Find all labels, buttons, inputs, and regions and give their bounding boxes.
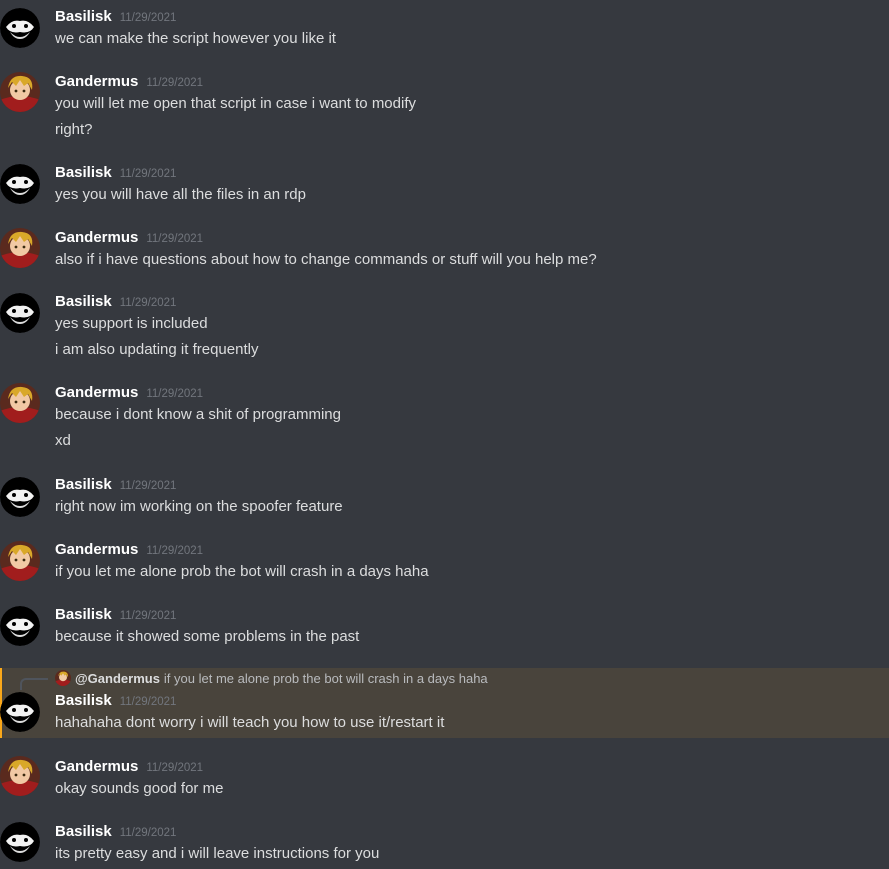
chat-message-list: Basilisk 11/29/2021 we can make the scrip… (0, 0, 889, 869)
message-text: i am also updating it frequently (55, 341, 259, 358)
message-text: xd (55, 432, 71, 449)
username[interactable]: Gandermus (55, 73, 138, 90)
message-group: Basilisk 11/29/2021 yes you will have all… (0, 152, 889, 222)
masked-face-avatar-icon[interactable] (0, 164, 40, 204)
username[interactable]: Gandermus (55, 384, 138, 401)
username[interactable]: Basilisk (55, 164, 112, 181)
timestamp: 11/29/2021 (146, 233, 204, 245)
username[interactable]: Gandermus (55, 758, 138, 775)
reply-spine (20, 678, 48, 690)
timestamp: 11/29/2021 (146, 762, 204, 774)
anime-character-avatar-icon[interactable] (0, 72, 40, 112)
timestamp: 11/29/2021 (146, 388, 204, 400)
username[interactable]: Basilisk (55, 8, 112, 25)
anime-character-avatar-icon[interactable] (0, 541, 40, 581)
message-text: because i dont know a shit of programmin… (55, 406, 341, 423)
anime-character-avatar-icon (55, 670, 71, 686)
anime-character-avatar-icon[interactable] (0, 756, 40, 796)
username[interactable]: Basilisk (55, 692, 112, 709)
message-group: Basilisk 11/29/2021 because it showed som… (0, 603, 889, 668)
message-text: hahahaha dont worry i will teach you how… (55, 714, 445, 731)
username[interactable]: Basilisk (55, 293, 112, 310)
timestamp: 11/29/2021 (119, 12, 177, 24)
anime-character-avatar-icon[interactable] (0, 383, 40, 423)
masked-face-avatar-icon[interactable] (0, 293, 40, 333)
message-group: Gandermus 11/29/2021 because i dont know … (0, 378, 889, 472)
reply-excerpt[interactable]: if you let me alone prob the bot will cr… (164, 671, 488, 686)
masked-face-avatar-icon[interactable] (0, 692, 40, 732)
timestamp: 11/29/2021 (119, 827, 177, 839)
masked-face-avatar-icon[interactable] (0, 606, 40, 646)
username[interactable]: Basilisk (55, 823, 112, 840)
username[interactable]: Basilisk (55, 606, 112, 623)
masked-face-avatar-icon[interactable] (0, 8, 40, 48)
message-text: if you let me alone prob the bot will cr… (55, 563, 429, 580)
reply-reference[interactable]: @Gandermus if you let me alone prob the b… (55, 670, 488, 688)
message-text: yes support is included (55, 315, 208, 332)
timestamp: 11/29/2021 (119, 610, 177, 622)
message-group: Gandermus 11/29/2021 okay sounds good for… (0, 738, 889, 808)
message-group: Gandermus 11/29/2021 also if i have quest… (0, 222, 889, 286)
timestamp: 11/29/2021 (119, 297, 177, 309)
message-text: okay sounds good for me (55, 780, 224, 797)
username[interactable]: Basilisk (55, 476, 112, 493)
reply-author[interactable]: @Gandermus (75, 671, 160, 686)
message-group: Basilisk 11/29/2021 yes support is includ… (0, 286, 889, 378)
message-text: right? (55, 121, 93, 138)
message-text: its pretty easy and i will leave instruc… (55, 845, 380, 862)
message-group: Gandermus 11/29/2021 if you let me alone … (0, 537, 889, 603)
message-group: Basilisk 11/29/2021 its pretty easy and i… (0, 808, 889, 869)
timestamp: 11/29/2021 (146, 545, 204, 557)
message-text: because it showed some problems in the p… (55, 628, 360, 645)
message-group: Gandermus 11/29/2021 you will let me open… (0, 60, 889, 152)
username[interactable]: Gandermus (55, 229, 138, 246)
timestamp: 11/29/2021 (119, 696, 177, 708)
message-text: right now im working on the spoofer feat… (55, 498, 343, 515)
message-text: we can make the script however you like … (55, 30, 336, 47)
masked-face-avatar-icon[interactable] (0, 822, 40, 862)
message-group: Basilisk 11/29/2021 we can make the scrip… (0, 0, 889, 60)
message-text: yes you will have all the files in an rd… (55, 186, 306, 203)
timestamp: 11/29/2021 (119, 480, 177, 492)
timestamp: 11/29/2021 (146, 77, 204, 89)
anime-character-avatar-icon[interactable] (0, 228, 40, 268)
masked-face-avatar-icon[interactable] (0, 477, 40, 517)
mention-highlighted-message: @Gandermus if you let me alone prob the b… (0, 668, 889, 738)
message-group: Basilisk 11/29/2021 right now im working … (0, 472, 889, 537)
message-text: also if i have questions about how to ch… (55, 251, 597, 268)
timestamp: 11/29/2021 (119, 168, 177, 180)
username[interactable]: Gandermus (55, 541, 138, 558)
message-text: you will let me open that script in case… (55, 95, 416, 112)
